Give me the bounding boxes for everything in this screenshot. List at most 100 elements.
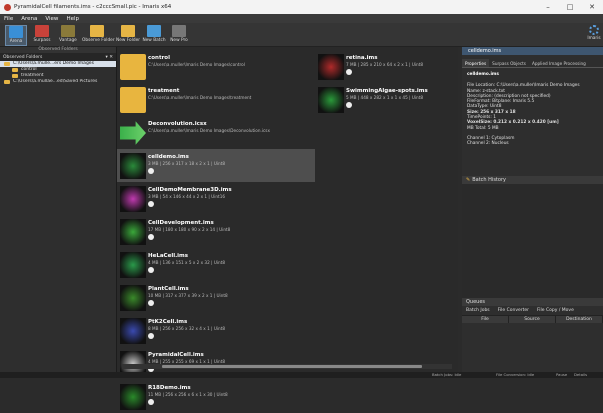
menu-view[interactable]: View xyxy=(45,16,58,22)
menu-help[interactable]: Help xyxy=(66,16,79,22)
file-meta: 11 MB | 256 x 256 x 6 x 1 x 30 | Uint8 xyxy=(148,392,228,397)
batch-history-header[interactable]: ✎ Batch History xyxy=(462,176,603,184)
maximize-button[interactable]: □ xyxy=(559,0,581,14)
image-thumbnail xyxy=(120,252,146,278)
surpass-objects-icons xyxy=(148,234,154,240)
batch-icon xyxy=(147,25,161,37)
tab-applied-image-processing[interactable]: Applied Image Processing xyxy=(529,59,589,67)
tab-surpass-objects[interactable]: Surpass Objects xyxy=(489,59,529,67)
status-file-conversion: File Conversion: Idle xyxy=(496,372,535,377)
observe-folder-button[interactable]: Observe Folder xyxy=(82,25,115,46)
image-thumbnail xyxy=(318,54,344,80)
window-title: PyramidalCell filaments.ims - c2cccSmall… xyxy=(14,4,172,10)
col-destination[interactable]: Destination xyxy=(556,316,603,323)
surpass-objects-icons xyxy=(148,267,154,273)
new-pro-button[interactable]: New Pro xyxy=(168,25,190,46)
surpass-button[interactable]: Surpass xyxy=(30,25,54,46)
file-item[interactable]: CellDevelopment.ims 17 MB | 180 x 180 x 9… xyxy=(117,215,315,248)
horizontal-scrollbar[interactable] xyxy=(122,364,452,369)
surpass-object-icon xyxy=(148,333,154,339)
file-meta: C:\Users\a.muller\Imaris Demo Images\Dec… xyxy=(148,128,270,133)
scrollbar-thumb[interactable] xyxy=(162,365,422,368)
file-item[interactable]: PtK2Cell.ims 8 MB | 256 x 256 x 32 x 4 x … xyxy=(117,314,315,347)
file-item[interactable]: CellDemoMembrane3D.ims 3 MB | 54 x 146 x … xyxy=(117,182,315,215)
image-thumbnail xyxy=(120,285,146,311)
minimize-button[interactable]: – xyxy=(537,0,559,14)
file-meta: 4 MB | 136 x 151 x 5 x 2 x 32 | Uint8 xyxy=(148,260,226,265)
surpass-object-icon xyxy=(148,399,154,405)
tab-file-converter[interactable]: File Converter xyxy=(498,308,529,313)
surpass-objects-icons xyxy=(346,102,352,108)
image-thumbnail xyxy=(318,87,344,113)
surpass-object-icon xyxy=(148,201,154,207)
close-button[interactable]: ✕ xyxy=(581,0,603,14)
file-meta: C:\Users\a.muller\Imaris Demo Images\tre… xyxy=(148,95,252,100)
surpass-icon xyxy=(35,25,49,37)
observed-folders-dropdown[interactable]: Observed Folders ▾ ✕ xyxy=(0,53,116,61)
deconvolution-icon xyxy=(120,121,146,145)
surpass-objects-icons xyxy=(148,300,154,306)
folder-icon xyxy=(4,80,10,84)
surpass-objects-icons xyxy=(148,399,154,405)
file-name: SwimmingAlgae-spots.ims xyxy=(346,88,428,94)
menu-arena[interactable]: Arena xyxy=(21,16,37,22)
arena-icon xyxy=(9,26,23,38)
status-bar: Batch Jobs: Idle File Conversion: Idle P… xyxy=(0,372,603,378)
queues-header: Queues xyxy=(462,298,603,306)
menu-bar: File Arena View Help xyxy=(0,14,603,23)
file-meta: 7 MB | 285 x 210 x 64 x 2 x 1 | Uint8 xyxy=(346,62,424,67)
file-meta: 10 MB | 317 x 377 x 39 x 2 x 1 | Uint8 xyxy=(148,293,228,298)
surpass-object-icon xyxy=(346,102,352,108)
status-batch-jobs: Batch Jobs: Idle xyxy=(432,372,462,377)
file-item[interactable]: treatment C:\Users\a.muller\Imaris Demo I… xyxy=(117,83,315,116)
tab-batch-jobs[interactable]: Batch Jobs xyxy=(466,308,490,313)
vantage-button[interactable]: Vantage xyxy=(56,25,80,46)
arena-button[interactable]: Arena xyxy=(5,25,27,46)
file-name: treatment xyxy=(148,88,180,94)
file-name: CellDemoMembrane3D.ims xyxy=(148,187,232,193)
file-item[interactable]: control C:\Users\a.muller\Imaris Demo Ima… xyxy=(117,50,315,83)
file-name: CellDevelopment.ims xyxy=(148,220,214,226)
chevron-down-icon: ▾ ✕ xyxy=(105,54,113,60)
file-item[interactable]: retina.ims 7 MB | 285 x 210 x 64 x 2 x 1 … xyxy=(315,50,458,83)
tree-item-saved-pictures[interactable]: C:\Users\a.mullae...ed\Saved Pictures xyxy=(0,79,116,85)
surpass-object-icon xyxy=(148,267,154,273)
folder-icon xyxy=(12,68,18,72)
imaris-logo-icon xyxy=(589,25,599,35)
observed-folders-panel: Observed Folders Observed Folders ▾ ✕ C:\… xyxy=(0,47,117,372)
file-meta: C:\Users\a.muller\Imaris Demo Images\con… xyxy=(148,62,245,67)
pause-button[interactable]: Pause xyxy=(556,372,567,377)
file-item[interactable]: PlantCell.ims 10 MB | 317 x 377 x 39 x 2 … xyxy=(117,281,315,314)
file-item[interactable]: celldemo.ims 3 MB | 256 x 317 x 18 x 2 x … xyxy=(117,149,315,182)
file-item[interactable]: HeLaCell.ims 4 MB | 136 x 151 x 5 x 2 x 3… xyxy=(117,248,315,281)
file-item[interactable]: R18Demo.ims 11 MB | 256 x 256 x 6 x 1 x 3… xyxy=(117,380,315,413)
details-button[interactable]: Details xyxy=(574,372,587,377)
file-name: HeLaCell.ims xyxy=(148,253,189,259)
file-item[interactable]: Deconvolution.icsx C:\Users\a.muller\Imar… xyxy=(117,116,315,149)
prop-line: Channel 2: Nucleus xyxy=(467,141,509,147)
col-source[interactable]: Source xyxy=(509,316,556,323)
title-bar: PyramidalCell filaments.ims - c2cccSmall… xyxy=(0,0,603,14)
props-heading: celldemo.ims xyxy=(467,72,499,77)
main-toolbar: Arena Surpass Vantage Observe Folder New… xyxy=(0,23,603,47)
tab-properties[interactable]: Properties xyxy=(462,59,490,67)
col-file[interactable]: File xyxy=(462,316,509,323)
new-folder-button[interactable]: New Folder xyxy=(116,25,140,46)
imaris-app-icon xyxy=(4,3,11,11)
image-thumbnail xyxy=(120,318,146,344)
new-folder-icon xyxy=(121,25,135,37)
file-name: Deconvolution.icsx xyxy=(148,121,207,127)
imaris-logo: Imaris xyxy=(585,25,603,46)
prop-line: File Location: C:\Users\a.muller\Imaris … xyxy=(467,83,580,89)
new-batch-button[interactable]: New Batch xyxy=(142,25,166,46)
menu-file[interactable]: File xyxy=(4,16,13,22)
file-item[interactable]: SwimmingAlgae-spots.ims 5 MB | 448 x 282 … xyxy=(315,83,458,116)
tab-file-copy-move[interactable]: File Copy / Move xyxy=(537,308,574,313)
batch-history-list xyxy=(462,184,603,298)
surpass-object-icon xyxy=(148,300,154,306)
folder-icon xyxy=(12,74,18,78)
image-thumbnail xyxy=(120,153,146,179)
surpass-objects-icons xyxy=(148,201,154,207)
image-thumbnail xyxy=(120,186,146,212)
file-browser: control C:\Users\a.muller\Imaris Demo Ima… xyxy=(117,47,458,410)
